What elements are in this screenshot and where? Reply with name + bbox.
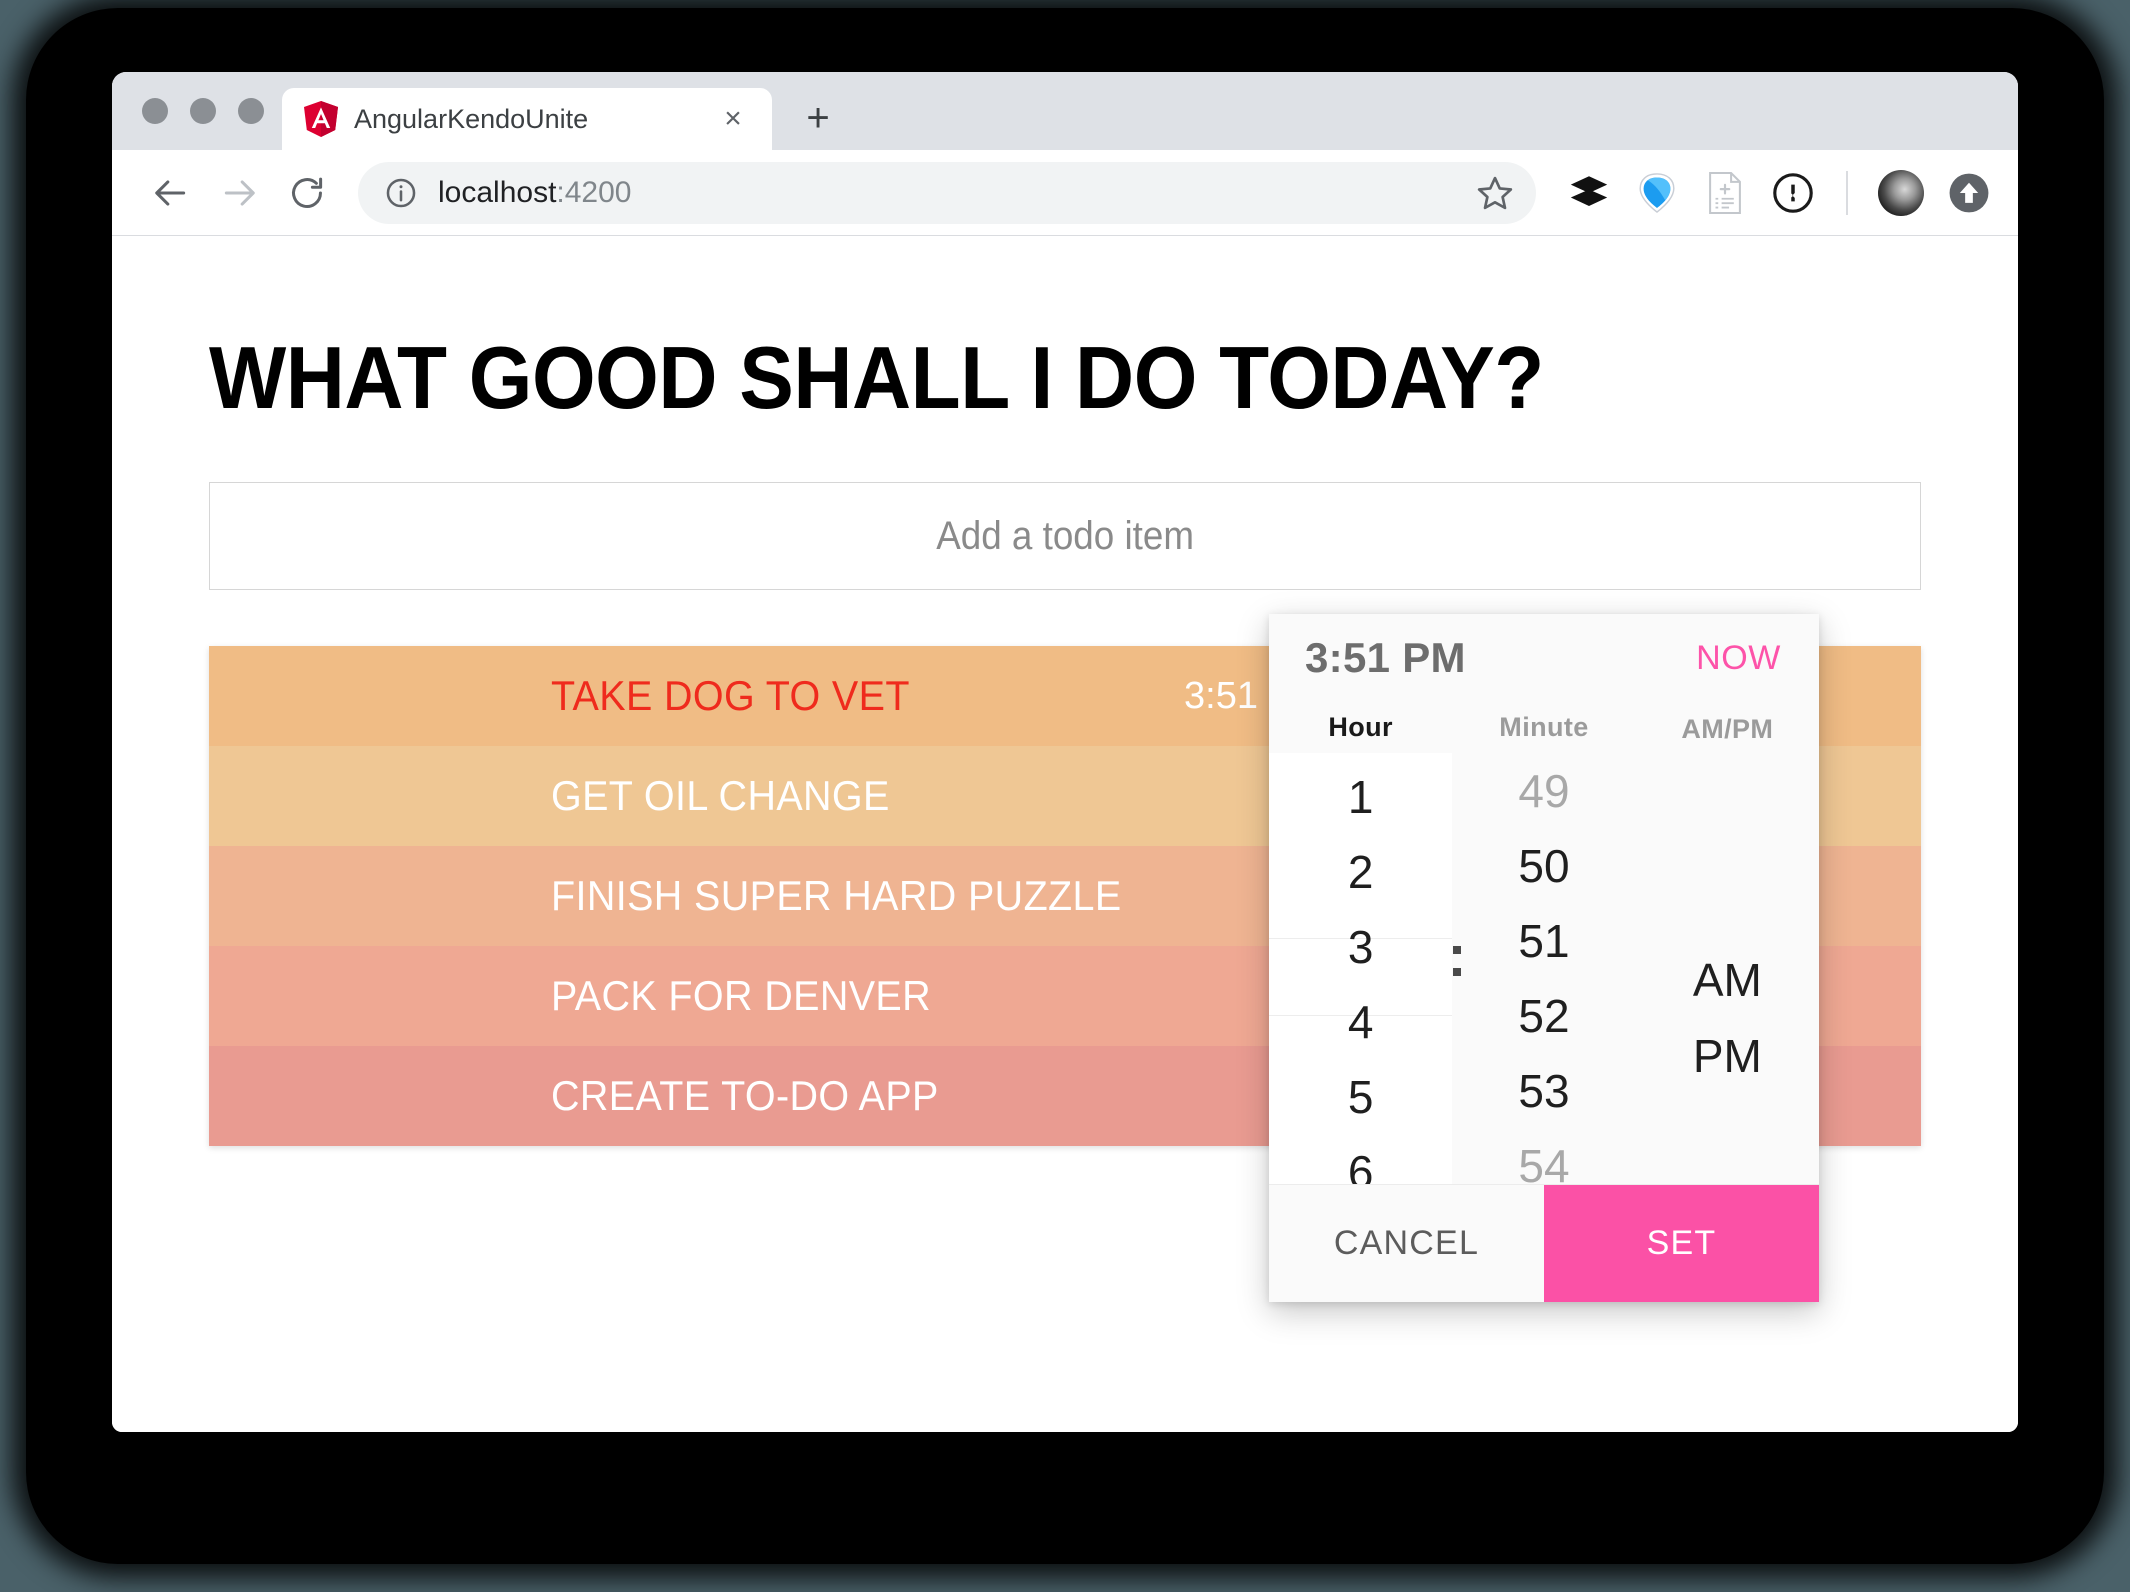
- todo-label: FINISH SUPER HARD PUZZLE: [551, 872, 1122, 920]
- browser-tab-strip: AngularKendoUnite × +: [112, 72, 2018, 150]
- browser-window: AngularKendoUnite × + localhost:4200 WHA…: [112, 72, 2018, 1432]
- blue-gem-icon[interactable]: [1634, 170, 1680, 216]
- arrow-left-icon[interactable]: [140, 162, 202, 224]
- colon-dot-top: [1453, 946, 1461, 954]
- url-port: :4200: [556, 175, 632, 209]
- hour-option[interactable]: 2: [1269, 834, 1452, 909]
- reload-icon[interactable]: [276, 162, 338, 224]
- hour-column-header: Hour: [1269, 702, 1453, 753]
- hour-list[interactable]: 123456: [1269, 759, 1452, 1185]
- ampm-column-header: AM/PM: [1635, 702, 1819, 756]
- angular-logo-icon: [304, 101, 338, 137]
- time-picker-dialog: 3:51 PM NOW Hour 123456 Minute 49 50 51 52 5…: [1269, 614, 1819, 1302]
- todo-label: PACK FOR DENVER: [551, 972, 932, 1020]
- browser-toolbar: localhost:4200: [112, 150, 2018, 236]
- close-window-button[interactable]: [142, 98, 168, 124]
- window-traffic-lights: [130, 72, 282, 150]
- minute-option[interactable]: 54: [1452, 1129, 1635, 1184]
- add-todo-placeholder: Add a todo item: [936, 513, 1194, 558]
- info-icon[interactable]: [384, 176, 418, 210]
- now-button[interactable]: NOW: [1696, 639, 1781, 678]
- page-title: WHAT GOOD SHALL I DO TODAY?: [209, 328, 1544, 427]
- time-separator-colon: [1453, 946, 1461, 976]
- colon-dot-bottom: [1453, 968, 1461, 976]
- todo-label: TAKE DOG TO VET: [551, 672, 910, 720]
- new-tab-button[interactable]: +: [790, 90, 846, 146]
- add-todo-input[interactable]: Add a todo item: [209, 482, 1921, 591]
- todo-label: GET OIL CHANGE: [551, 772, 890, 820]
- hour-option[interactable]: 4: [1269, 984, 1452, 1059]
- address-bar-url: localhost:4200: [438, 176, 1450, 210]
- hour-column[interactable]: Hour 123456: [1269, 702, 1453, 1185]
- time-picker-actions: CANCEL SET: [1269, 1184, 1819, 1302]
- browser-tab[interactable]: AngularKendoUnite ×: [282, 88, 772, 150]
- todo-label: CREATE TO-DO APP: [551, 1072, 939, 1120]
- prescription-document-icon[interactable]: [1702, 170, 1748, 216]
- maximize-window-button[interactable]: [238, 98, 264, 124]
- minute-option[interactable]: 51: [1452, 904, 1635, 979]
- page-inner: WHAT GOOD SHALL I DO TODAY? Add a todo i…: [209, 328, 1921, 1302]
- minute-option[interactable]: 53: [1452, 1054, 1635, 1129]
- url-host: localhost: [438, 175, 557, 209]
- toolbar-divider: [1846, 170, 1848, 215]
- minute-option[interactable]: 49: [1452, 754, 1635, 829]
- page-content: WHAT GOOD SHALL I DO TODAY? Add a todo i…: [112, 236, 2018, 1432]
- arrow-right-icon[interactable]: [208, 162, 270, 224]
- bookmark-star-icon[interactable]: [1470, 168, 1520, 218]
- address-bar[interactable]: localhost:4200: [358, 161, 1536, 224]
- ampm-column[interactable]: AM/PM AM PM: [1635, 702, 1819, 1184]
- minute-option[interactable]: 52: [1452, 979, 1635, 1054]
- hour-option[interactable]: 5: [1269, 1059, 1452, 1134]
- layers-stack-icon[interactable]: [1566, 170, 1612, 216]
- set-button[interactable]: SET: [1544, 1185, 1819, 1302]
- minimize-window-button[interactable]: [190, 98, 216, 124]
- cancel-button[interactable]: CANCEL: [1269, 1185, 1544, 1302]
- time-picker-header: 3:51 PM NOW: [1269, 614, 1819, 702]
- hour-option[interactable]: 3: [1269, 909, 1452, 984]
- ampm-list[interactable]: AM PM: [1636, 756, 1819, 1184]
- time-picker-current-value: 3:51 PM: [1305, 634, 1466, 681]
- browser-tab-title: AngularKendoUnite: [354, 103, 589, 134]
- time-picker-columns: Hour 123456 Minute 49 50 51 52 53 54 AM/PM AM…: [1269, 702, 1819, 1184]
- upload-arrow-up-icon[interactable]: [1946, 170, 1992, 216]
- minute-option[interactable]: 50: [1452, 829, 1635, 904]
- one-password-icon[interactable]: [1770, 170, 1816, 216]
- close-icon[interactable]: ×: [716, 102, 750, 136]
- ampm-option[interactable]: PM: [1636, 1018, 1819, 1094]
- ampm-option[interactable]: AM: [1636, 942, 1819, 1018]
- extension-icons: [1556, 169, 1992, 216]
- hour-option[interactable]: 6: [1269, 1134, 1452, 1185]
- profile-avatar[interactable]: [1878, 169, 1924, 216]
- minute-column[interactable]: Minute 49 50 51 52 53 54: [1452, 702, 1636, 1184]
- minute-list[interactable]: 49 50 51 52 53 54: [1452, 754, 1635, 1184]
- minute-column-header: Minute: [1452, 702, 1636, 754]
- hour-option[interactable]: 1: [1269, 759, 1452, 834]
